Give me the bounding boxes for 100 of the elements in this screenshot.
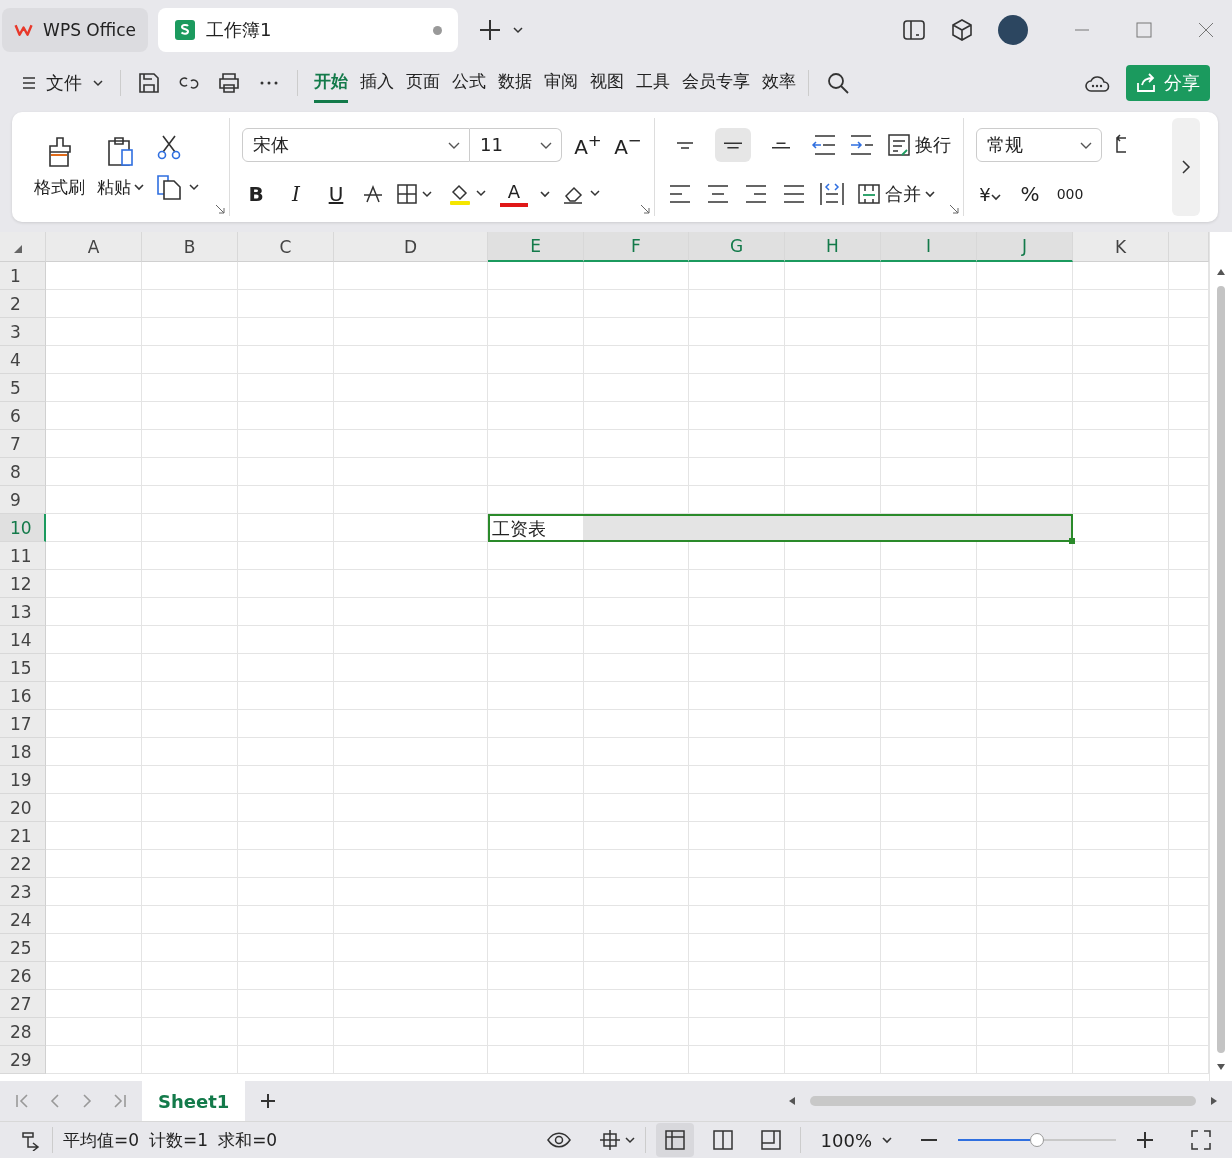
row-header[interactable]: 22	[0, 850, 46, 878]
spreadsheet-cell[interactable]	[977, 850, 1073, 878]
spreadsheet-cell[interactable]	[1073, 794, 1169, 822]
spreadsheet-cell[interactable]	[785, 346, 881, 374]
spreadsheet-cell[interactable]	[46, 374, 142, 402]
spreadsheet-cell[interactable]	[334, 486, 488, 514]
spreadsheet-cell[interactable]	[334, 346, 488, 374]
spreadsheet-cell[interactable]	[46, 906, 142, 934]
row-header[interactable]: 8	[0, 458, 46, 486]
row-header[interactable]: 14	[0, 626, 46, 654]
spreadsheet-cell[interactable]	[881, 850, 977, 878]
spreadsheet-cell[interactable]	[785, 430, 881, 458]
spreadsheet-cell[interactable]	[1073, 1018, 1169, 1046]
row-header[interactable]: 28	[0, 1018, 46, 1046]
spreadsheet-cell[interactable]	[881, 626, 977, 654]
search-icon[interactable]	[825, 70, 851, 96]
spreadsheet-cell[interactable]	[689, 262, 785, 290]
spreadsheet-cell[interactable]	[334, 850, 488, 878]
italic-button[interactable]: I	[282, 181, 310, 206]
row-header[interactable]: 15	[0, 654, 46, 682]
spreadsheet-cell[interactable]	[689, 682, 785, 710]
spreadsheet-cell[interactable]	[334, 542, 488, 570]
spreadsheet-cell[interactable]	[238, 486, 334, 514]
spreadsheet-cell[interactable]	[584, 598, 689, 626]
spreadsheet-cell[interactable]	[689, 542, 785, 570]
spreadsheet-cell[interactable]	[584, 822, 689, 850]
row-header[interactable]: 13	[0, 598, 46, 626]
ribbon-tab[interactable]: 数据	[498, 63, 532, 103]
eye-icon[interactable]	[546, 1130, 571, 1150]
spreadsheet-cell[interactable]	[488, 626, 584, 654]
spreadsheet-cell[interactable]	[488, 822, 584, 850]
spreadsheet-cell[interactable]	[689, 458, 785, 486]
spreadsheet-cell[interactable]	[334, 262, 488, 290]
align-left-icon[interactable]	[667, 183, 693, 205]
spreadsheet-cell[interactable]	[1169, 878, 1209, 906]
spreadsheet-cell[interactable]	[977, 346, 1073, 374]
spreadsheet-cell[interactable]	[142, 514, 238, 542]
align-center-icon[interactable]	[705, 183, 731, 205]
maximize-icon[interactable]	[1136, 22, 1152, 38]
spreadsheet-cell[interactable]	[881, 1046, 977, 1074]
spreadsheet-cell[interactable]	[46, 626, 142, 654]
spreadsheet-cell[interactable]	[785, 654, 881, 682]
spreadsheet-cell[interactable]	[881, 822, 977, 850]
spreadsheet-cell[interactable]	[881, 374, 977, 402]
align-right-icon[interactable]	[743, 183, 769, 205]
spreadsheet-cell[interactable]	[334, 766, 488, 794]
spreadsheet-cell[interactable]	[142, 626, 238, 654]
ribbon-tab[interactable]: 公式	[452, 63, 486, 103]
column-header[interactable]: G	[689, 232, 785, 262]
spreadsheet-cell[interactable]	[238, 738, 334, 766]
spreadsheet-cell[interactable]	[334, 934, 488, 962]
spreadsheet-cell[interactable]	[977, 1018, 1073, 1046]
spreadsheet-cell[interactable]	[785, 710, 881, 738]
spreadsheet-cell[interactable]	[46, 1046, 142, 1074]
row-header[interactable]: 29	[0, 1046, 46, 1074]
spreadsheet-cell[interactable]	[689, 1046, 785, 1074]
spreadsheet-cell[interactable]	[785, 906, 881, 934]
spreadsheet-cell[interactable]	[881, 402, 977, 430]
spreadsheet-cell[interactable]	[1169, 766, 1209, 794]
paste-button[interactable]: 粘贴	[97, 135, 144, 199]
spreadsheet-cell[interactable]	[238, 598, 334, 626]
spreadsheet-cell[interactable]	[977, 654, 1073, 682]
spreadsheet-cell[interactable]	[689, 570, 785, 598]
spreadsheet-cell[interactable]	[334, 430, 488, 458]
spreadsheet-cell[interactable]	[238, 710, 334, 738]
spreadsheet-cell[interactable]	[977, 1046, 1073, 1074]
spreadsheet-cell[interactable]	[785, 766, 881, 794]
cube-icon[interactable]	[950, 18, 974, 42]
justify-icon[interactable]	[781, 183, 807, 205]
font-size-dropdown[interactable]: 11	[470, 127, 562, 162]
spreadsheet-cell[interactable]	[142, 486, 238, 514]
row-header[interactable]: 19	[0, 766, 46, 794]
spreadsheet-cell[interactable]	[142, 906, 238, 934]
spreadsheet-cell[interactable]	[977, 934, 1073, 962]
spreadsheet-cell[interactable]	[488, 962, 584, 990]
column-header[interactable]: K	[1073, 232, 1169, 262]
row-header[interactable]: 27	[0, 990, 46, 1018]
spreadsheet-cell[interactable]	[1073, 738, 1169, 766]
spreadsheet-cell[interactable]	[488, 710, 584, 738]
spreadsheet-cell[interactable]	[238, 514, 334, 542]
close-icon[interactable]	[1198, 22, 1214, 38]
spreadsheet-cell[interactable]	[488, 430, 584, 458]
spreadsheet-cell[interactable]	[46, 542, 142, 570]
slider-thumb[interactable]	[1030, 1133, 1044, 1147]
spreadsheet-cell[interactable]	[689, 710, 785, 738]
row-header[interactable]: 24	[0, 906, 46, 934]
wrap-text-button[interactable]: 换行	[887, 133, 951, 157]
spreadsheet-cell[interactable]	[1169, 710, 1209, 738]
print-icon[interactable]	[217, 71, 241, 95]
scroll-down-icon[interactable]	[1216, 1063, 1226, 1071]
spreadsheet-cell[interactable]	[238, 570, 334, 598]
spreadsheet-cell[interactable]	[46, 430, 142, 458]
spreadsheet-cell[interactable]	[881, 934, 977, 962]
spreadsheet-cell[interactable]	[881, 458, 977, 486]
spreadsheet-cell[interactable]	[977, 486, 1073, 514]
normal-view-button[interactable]	[655, 1123, 694, 1157]
spreadsheet-cell[interactable]	[881, 794, 977, 822]
select-all-icon[interactable]	[14, 245, 22, 253]
spreadsheet-cell[interactable]	[238, 262, 334, 290]
spreadsheet-cell[interactable]	[1169, 318, 1209, 346]
